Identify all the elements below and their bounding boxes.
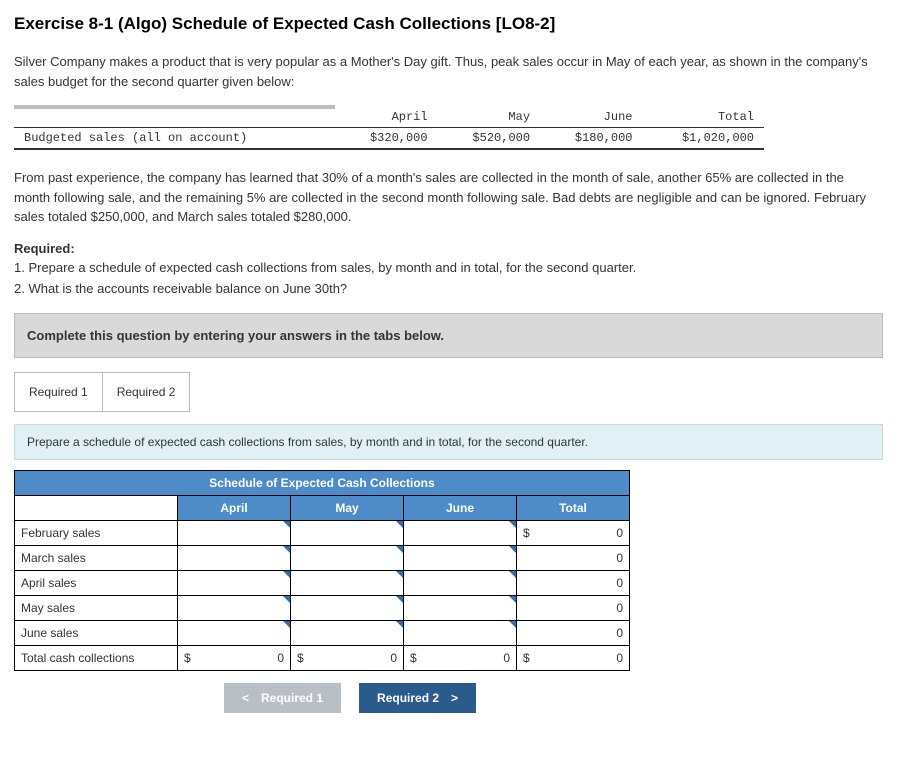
input-may-apr[interactable] [178,595,291,620]
sched-col-april: April [178,495,291,520]
row-jun-sales: June sales [15,620,178,645]
total-jun: 0 [517,620,630,645]
total-col-may: $0 [291,645,404,670]
intro-paragraph-1: Silver Company makes a product that is v… [14,52,883,91]
budget-val-june: $180,000 [540,128,642,150]
schedule-table: Schedule of Expected Cash Collections Ap… [14,470,630,671]
total-col-jun: $0 [404,645,517,670]
budget-table: April May June Total Budgeted sales (all… [14,105,764,150]
total-grand: $0 [517,645,630,670]
budget-val-april: $320,000 [335,128,437,150]
row-feb-sales: February sales [15,520,178,545]
budget-col-june: June [540,107,642,128]
instruction-bar: Complete this question by entering your … [14,313,883,358]
row-may-sales: May sales [15,595,178,620]
total-apr: 0 [517,570,630,595]
total-col-apr: $0 [178,645,291,670]
tab-required-1[interactable]: Required 1 [14,372,103,412]
input-may-may[interactable] [291,595,404,620]
exercise-title: Exercise 8-1 (Algo) Schedule of Expected… [14,14,883,34]
sched-col-june: June [404,495,517,520]
budget-col-total: Total [642,107,764,128]
schedule-title: Schedule of Expected Cash Collections [15,470,630,495]
prev-button[interactable]: < Required 1 [224,683,341,713]
required-label: Required: [14,241,883,256]
sched-col-may: May [291,495,404,520]
input-jun-jun[interactable] [404,620,517,645]
tab-required-2[interactable]: Required 2 [103,372,191,412]
budget-col-may: May [438,107,540,128]
budget-row-label: Budgeted sales (all on account) [14,128,335,150]
input-apr-apr[interactable] [178,570,291,595]
input-feb-jun[interactable] [404,520,517,545]
input-may-jun[interactable] [404,595,517,620]
next-button[interactable]: Required 2 > [359,683,476,713]
input-jun-may[interactable] [291,620,404,645]
input-mar-jun[interactable] [404,545,517,570]
requirement-2: 2. What is the accounts receivable balan… [14,279,883,299]
input-apr-may[interactable] [291,570,404,595]
budget-val-may: $520,000 [438,128,540,150]
budget-val-total: $1,020,000 [642,128,764,150]
requirement-1: 1. Prepare a schedule of expected cash c… [14,258,883,278]
total-feb: $0 [517,520,630,545]
input-feb-may[interactable] [291,520,404,545]
input-feb-apr[interactable] [178,520,291,545]
total-may: 0 [517,595,630,620]
total-mar: 0 [517,545,630,570]
budget-col-april: April [335,107,437,128]
row-mar-sales: March sales [15,545,178,570]
input-apr-jun[interactable] [404,570,517,595]
input-jun-apr[interactable] [178,620,291,645]
intro-paragraph-2: From past experience, the company has le… [14,168,883,227]
input-mar-apr[interactable] [178,545,291,570]
input-mar-may[interactable] [291,545,404,570]
sched-col-total: Total [517,495,630,520]
row-total-cash: Total cash collections [15,645,178,670]
row-apr-sales: April sales [15,570,178,595]
tab-instruction: Prepare a schedule of expected cash coll… [14,424,883,460]
